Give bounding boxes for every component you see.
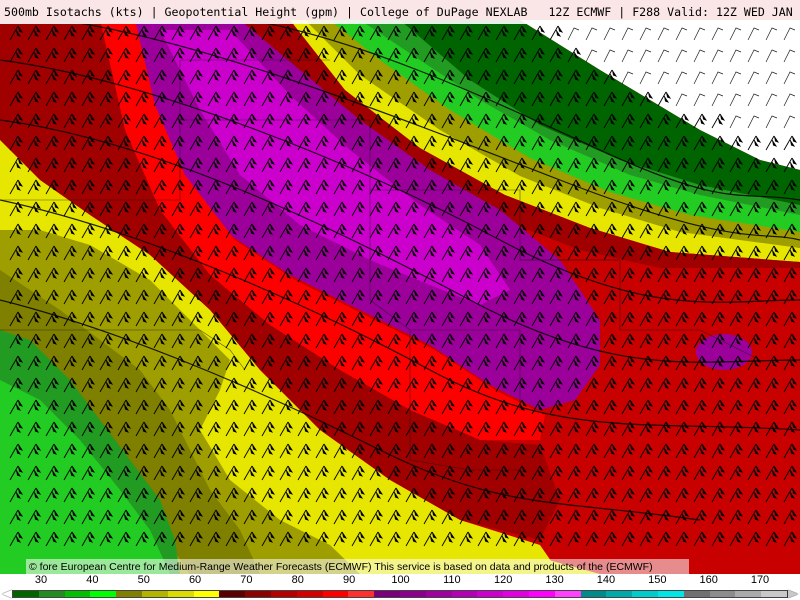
legend-colorbar — [12, 590, 788, 598]
legend-label: 80 — [291, 574, 304, 586]
legend-swatch — [167, 591, 194, 597]
legend-label: 30 — [34, 574, 48, 586]
legend-swatch — [425, 591, 452, 597]
legend-swatch — [116, 591, 142, 597]
legend-label: 170 — [750, 574, 770, 586]
legend-swatch — [270, 591, 297, 597]
legend-label: 100 — [391, 574, 410, 586]
legend-swatch — [219, 591, 246, 597]
legend-swatch — [193, 591, 220, 597]
legend-swatch — [709, 591, 736, 597]
legend-label: 70 — [240, 574, 253, 586]
legend-swatch — [90, 591, 117, 597]
legend-swatch — [141, 591, 168, 597]
legend-swatch — [528, 591, 555, 597]
legend-label: 150 — [648, 574, 667, 586]
legend-label: 130 — [545, 574, 564, 586]
legend-swatch — [322, 591, 349, 597]
legend-swatch — [296, 591, 323, 597]
legend-swatch — [761, 591, 787, 597]
legend-swatch — [632, 591, 658, 597]
legend-swatch — [477, 591, 504, 597]
legend-min-arrow-icon — [2, 590, 12, 598]
legend-swatch — [348, 591, 375, 597]
legend-swatch — [657, 591, 684, 597]
credit-text: © fore European Centre for Medium-Range … — [29, 560, 653, 573]
legend-swatch — [580, 591, 607, 597]
credit-banner: © fore European Centre for Medium-Range … — [26, 559, 689, 574]
legend-label: 110 — [443, 574, 461, 586]
legend-label: 60 — [188, 574, 202, 586]
color-legend: 30 40 50 60 70 80 90 100 110 120 130 140 150 160 170 — [0, 574, 800, 600]
legend-swatch — [245, 591, 271, 597]
legend-label: 90 — [343, 574, 356, 586]
legend-swatch — [554, 591, 581, 597]
legend-swatch — [399, 591, 426, 597]
forecast-map: 500mb Isotachs (kts) | Geopotential Heig… — [0, 0, 800, 600]
legend-swatch — [683, 591, 710, 597]
legend-label: 50 — [137, 574, 150, 586]
legend-label: 140 — [596, 574, 616, 586]
map-title: 500mb Isotachs (kts) | Geopotential Heig… — [4, 5, 800, 19]
legend-max-arrow-icon — [788, 590, 798, 598]
legend-swatch — [451, 591, 478, 597]
legend-label: 120 — [494, 574, 513, 586]
legend-swatch — [38, 591, 65, 597]
legend-label: 160 — [699, 574, 718, 586]
legend-swatch — [503, 591, 529, 597]
map-header: 500mb Isotachs (kts) | Geopotential Heig… — [0, 0, 800, 24]
legend-swatch — [735, 591, 762, 597]
legend-swatch — [13, 591, 39, 597]
legend-swatch — [606, 591, 633, 597]
isotach-map-canvas — [0, 0, 800, 574]
legend-label: 40 — [86, 574, 99, 586]
legend-swatch — [64, 591, 91, 597]
legend-swatch — [374, 591, 400, 597]
